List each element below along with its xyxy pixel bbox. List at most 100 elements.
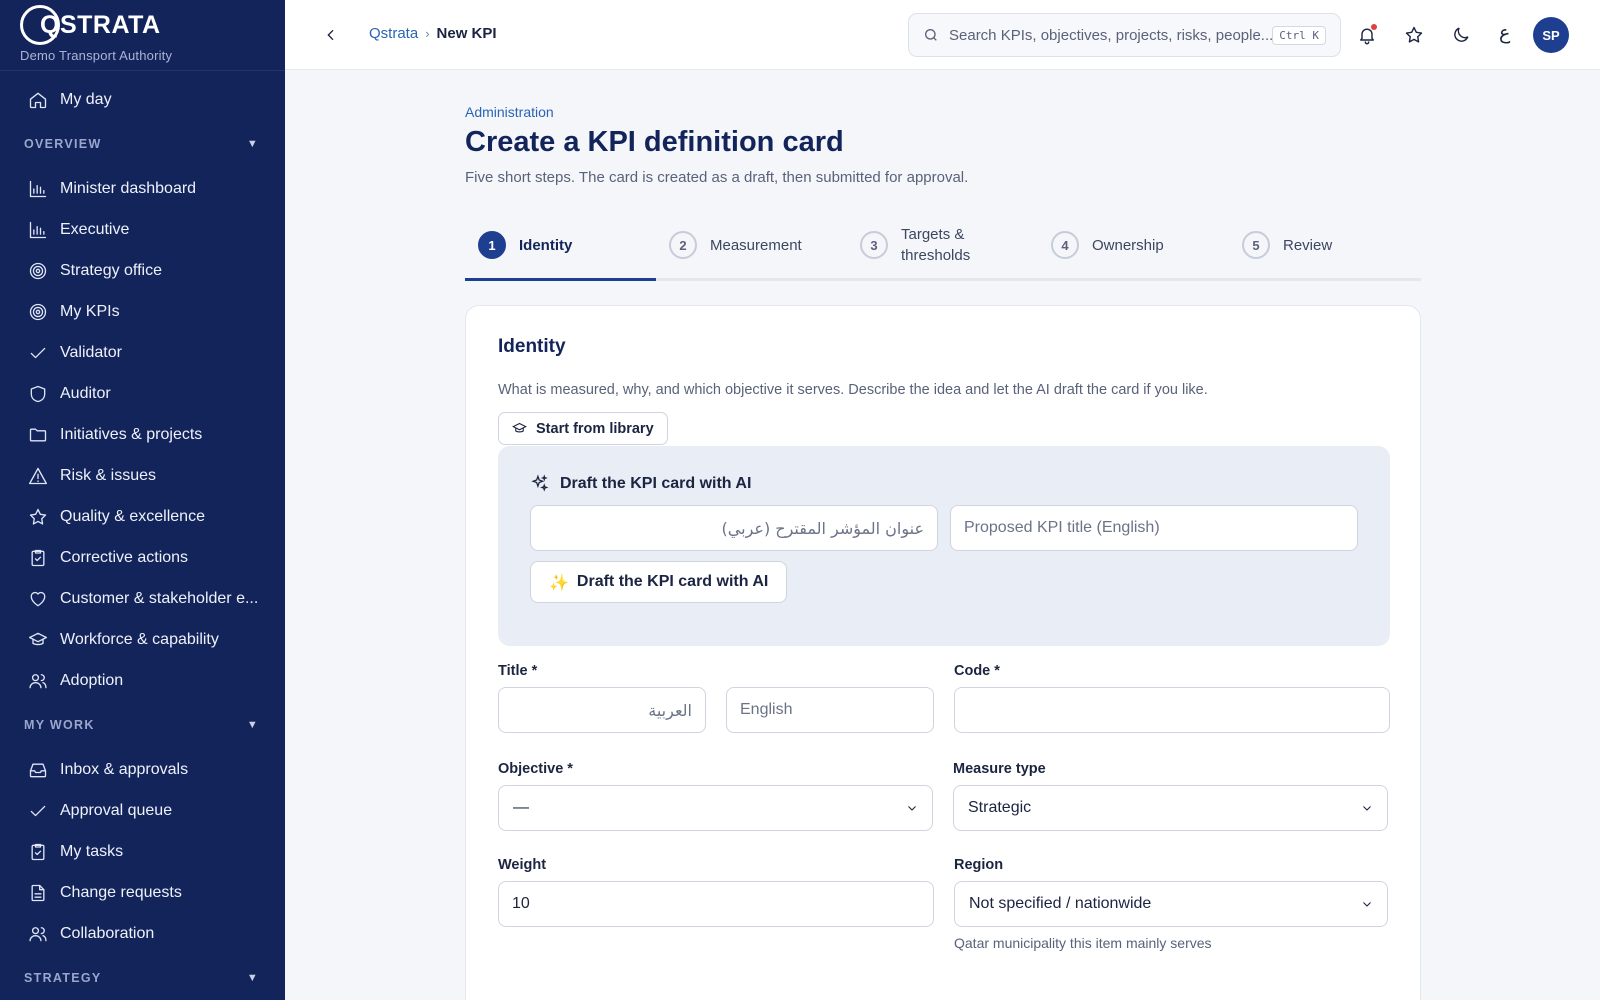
ai-draft-panel: Draft the KPI card with AI ✨ Draft the K…: [498, 446, 1390, 646]
app-logo[interactable]: QSTRATA: [20, 5, 265, 45]
objective-label: Objective *: [498, 761, 573, 777]
sidebar-item-executive[interactable]: Executive: [0, 209, 285, 250]
sidebar-item-label: My KPIs: [60, 302, 120, 320]
weight-input[interactable]: [498, 881, 934, 927]
sidebar-item-strategy-office[interactable]: Strategy office: [0, 250, 285, 291]
global-search-input[interactable]: Search KPIs, objectives, projects, risks…: [908, 13, 1341, 57]
ai-title-arabic-input[interactable]: [530, 505, 938, 551]
dark-mode-toggle[interactable]: [1449, 23, 1473, 47]
step-targets-thresholds[interactable]: 3 Targets & thresholds: [847, 212, 1038, 278]
sidebar-item-label: Approval queue: [60, 801, 173, 819]
sidebar-item-auditor[interactable]: Auditor: [0, 373, 285, 414]
step-number: 3: [860, 231, 888, 259]
sidebar-item-label: Change requests: [60, 883, 182, 901]
favorites-button[interactable]: [1402, 23, 1426, 47]
breadcrumb-separator: ›: [425, 26, 430, 41]
title-field: Title *: [498, 663, 934, 733]
page-eyebrow[interactable]: Administration: [465, 104, 1421, 120]
bar-chart-icon: [28, 179, 48, 199]
section-strategy-toggle[interactable]: STRATEGY ▼: [0, 954, 285, 1000]
breadcrumb-root-link[interactable]: Qstrata: [369, 25, 418, 42]
shield-icon: [28, 384, 48, 404]
user-avatar[interactable]: SP: [1533, 17, 1569, 53]
sidebar-item-adoption[interactable]: Adoption: [0, 660, 285, 701]
sidebar-item-validator[interactable]: Validator: [0, 332, 285, 373]
star-icon: [1405, 26, 1423, 43]
chevron-down-icon: [908, 806, 916, 811]
page-subtitle: Five short steps. The card is created as…: [465, 169, 969, 186]
sidebar-item-my-tasks[interactable]: My tasks: [0, 831, 285, 872]
step-label: Identity: [519, 236, 573, 254]
sidebar-item-my-day[interactable]: My day: [0, 79, 285, 120]
sidebar-item-label: Quality & excellence: [60, 507, 205, 525]
step-identity[interactable]: 1 Identity: [465, 212, 656, 281]
search-shortcut-hint: Ctrl K: [1272, 25, 1326, 45]
title-english-input[interactable]: [726, 687, 934, 733]
inbox-icon: [28, 760, 48, 780]
sidebar-item-my-kpis[interactable]: My KPIs: [0, 291, 285, 332]
code-input[interactable]: [954, 687, 1390, 733]
step-ownership[interactable]: 4 Ownership: [1038, 212, 1229, 278]
check-icon: [28, 801, 48, 821]
title-arabic-input[interactable]: [498, 687, 706, 733]
sidebar-item-label: My day: [60, 90, 112, 108]
breadcrumb-current: New KPI: [436, 25, 497, 42]
language-toggle[interactable]: ع: [1499, 22, 1510, 44]
region-selected-value: Not specified / nationwide: [969, 895, 1152, 912]
ai-title-inputs: [530, 505, 1358, 551]
objective-selected-value: —: [513, 799, 529, 816]
measure-type-label: Measure type: [953, 761, 1046, 777]
sidebar-item-label: Initiatives & projects: [60, 425, 203, 443]
sidebar-item-label: Minister dashboard: [60, 179, 197, 197]
sidebar-item-change-requests[interactable]: Change requests: [0, 872, 285, 913]
sidebar-item-minister-dashboard[interactable]: Minister dashboard: [0, 168, 285, 209]
code-field: Code *: [954, 663, 1390, 733]
users-icon: [28, 671, 48, 691]
sidebar-item-customer-stakeholder[interactable]: Customer & stakeholder e...: [0, 578, 285, 619]
title-inputs: [498, 687, 934, 733]
sidebar-item-initiatives-projects[interactable]: Initiatives & projects: [0, 414, 285, 455]
back-button[interactable]: [321, 25, 341, 45]
target-icon: [28, 302, 48, 322]
region-helper-text: Qatar municipality this item mainly serv…: [954, 935, 1212, 951]
sidebar-item-approval-queue[interactable]: Approval queue: [0, 790, 285, 831]
sidebar-item-label: Risk & issues: [60, 466, 157, 484]
logo-text: QSTRATA: [40, 10, 161, 39]
notifications-button[interactable]: [1355, 23, 1379, 47]
region-select[interactable]: Not specified / nationwide: [954, 881, 1388, 927]
sidebar-item-label: Adoption: [60, 671, 124, 689]
step-measurement[interactable]: 2 Measurement: [656, 212, 847, 278]
sidebar-item-collaboration[interactable]: Collaboration: [0, 913, 285, 954]
step-label: Review: [1283, 236, 1333, 254]
weight-region-row: Weight Region Not specified / nationwide…: [498, 857, 1388, 951]
objective-measure-row: Objective * — Measure type Strategic: [498, 761, 1388, 831]
sidebar-item-label: Validator: [60, 343, 122, 361]
brand: QSTRATA Demo Transport Authority: [0, 0, 285, 71]
measure-type-select[interactable]: Strategic: [953, 785, 1388, 831]
code-label: Code *: [954, 663, 1000, 679]
folder-icon: [28, 425, 48, 445]
step-review[interactable]: 5 Review: [1229, 212, 1420, 278]
step-number: 4: [1051, 231, 1079, 259]
section-overview-toggle[interactable]: OVERVIEW ▼: [0, 120, 285, 168]
ai-title-english-input[interactable]: [950, 505, 1358, 551]
main-content: Administration Create a KPI definition c…: [465, 70, 1421, 1000]
objective-select[interactable]: —: [498, 785, 933, 831]
card-title: Identity: [498, 336, 566, 357]
clipboard-check-icon: [28, 842, 48, 862]
sidebar-item-corrective-actions[interactable]: Corrective actions: [0, 537, 285, 578]
sidebar-item-label: Strategy office: [60, 261, 162, 279]
sidebar-item-risk-issues[interactable]: Risk & issues: [0, 455, 285, 496]
check-icon: [28, 343, 48, 363]
caret-down-icon: ▼: [246, 719, 259, 731]
sidebar-item-quality-excellence[interactable]: Quality & excellence: [0, 496, 285, 537]
section-heading: OVERVIEW: [24, 137, 102, 151]
start-from-library-button[interactable]: Start from library: [498, 412, 668, 445]
search-icon: [925, 29, 937, 41]
section-my-work-toggle[interactable]: MY WORK ▼: [0, 701, 285, 749]
sparkle-icon: ✨: [549, 572, 569, 592]
sidebar-item-inbox-approvals[interactable]: Inbox & approvals: [0, 749, 285, 790]
draft-with-ai-button[interactable]: ✨ Draft the KPI card with AI: [530, 561, 788, 603]
sidebar-item-workforce-capability[interactable]: Workforce & capability: [0, 619, 285, 660]
home-icon: [28, 90, 48, 110]
